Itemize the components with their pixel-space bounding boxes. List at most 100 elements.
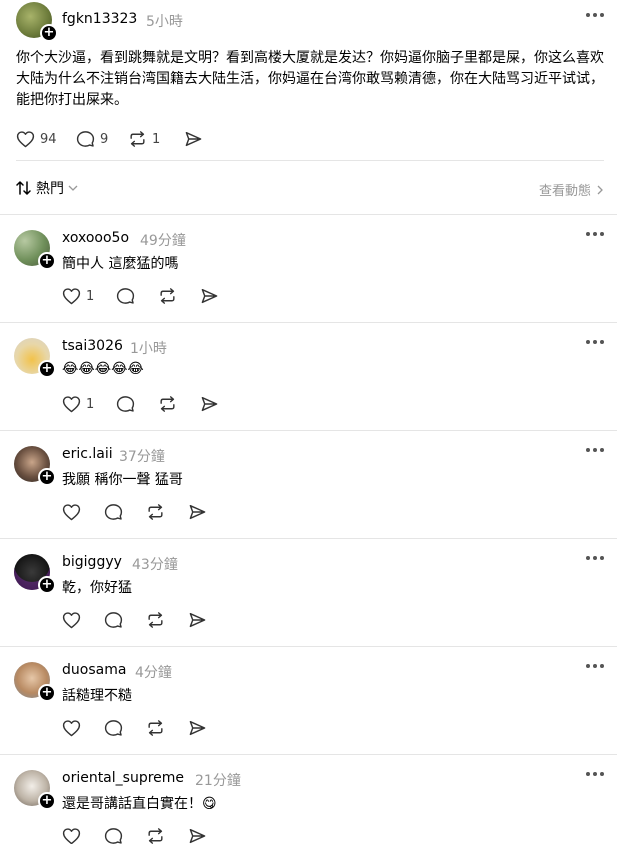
repost-icon [148,720,163,736]
comment-button[interactable] [104,611,123,629]
post-time[interactable]: 5小時 [146,11,183,31]
follow-plus-icon[interactable]: + [40,24,58,42]
reply-time[interactable]: 43分鐘 [132,554,178,574]
reply-username[interactable]: oriental_supreme [62,770,184,786]
reply-avatar[interactable]: + [14,446,56,486]
reply-username[interactable]: tsai3026 [62,338,123,354]
follow-plus-icon[interactable]: + [38,684,56,702]
reply-time[interactable]: 4分鐘 [135,662,172,682]
repost-icon [130,131,145,147]
comment-button[interactable] [104,827,123,844]
comment-button[interactable]: 9 [76,130,108,148]
more-options-icon[interactable] [585,555,605,575]
reply-avatar[interactable]: + [14,230,56,270]
reply-username[interactable]: duosama [62,662,126,678]
repost-button[interactable] [146,503,165,521]
divider [0,646,617,647]
view-activity-label: 查看動態 [538,184,591,199]
like-button[interactable] [62,611,81,629]
like-count: 94 [40,131,57,147]
share-button[interactable] [184,130,203,148]
follow-plus-icon[interactable]: + [38,252,56,270]
share-button[interactable] [188,827,207,844]
reply-username[interactable]: eric.laii [62,446,113,462]
reply-username[interactable]: xoxooo5o [62,230,129,246]
comment-button[interactable] [104,503,123,521]
repost-count: 1 [152,131,161,147]
share-button[interactable] [188,611,207,629]
repost-button[interactable] [146,827,165,844]
divider [0,538,617,539]
reply-text: 乾，你好猛 [62,580,132,596]
repost-button[interactable] [146,719,165,737]
share-button[interactable] [188,719,207,737]
repost-icon [148,828,163,844]
repost-button[interactable] [146,611,165,629]
post-avatar[interactable]: + [16,2,58,42]
heart-icon [62,504,81,521]
reply-avatar[interactable]: + [14,662,56,702]
share-button[interactable] [188,503,207,521]
reply-time[interactable]: 21分鐘 [195,770,241,790]
follow-plus-icon[interactable]: + [38,792,56,810]
reply-time[interactable]: 1小時 [130,338,167,358]
repost-icon [160,396,175,412]
repost-button[interactable] [158,287,177,305]
reply-avatar[interactable]: + [14,338,56,378]
comment-bubble-icon [116,396,135,412]
repost-button[interactable]: 1 [128,130,160,148]
more-options-icon[interactable] [585,663,605,683]
like-button[interactable]: 94 [16,130,57,148]
like-count: 1 [86,396,95,412]
sort-label: 熱門 [36,181,64,197]
divider [16,160,604,161]
reply-username[interactable]: bigiggyy [62,554,122,570]
comment-button[interactable] [104,719,123,737]
repost-icon [148,612,163,628]
follow-plus-icon[interactable]: + [38,576,56,594]
repost-icon [160,288,175,304]
post-username[interactable]: fgkn13323 [62,11,137,27]
more-options-icon[interactable] [585,231,605,251]
send-icon [189,504,206,520]
comment-count: 9 [100,131,109,147]
send-icon [201,396,218,412]
comment-bubble-icon [104,828,123,844]
comment-button[interactable] [116,287,135,305]
share-button[interactable] [200,287,219,305]
more-options-icon[interactable] [585,447,605,467]
view-activity-link[interactable]: 查看動態 [539,180,603,199]
follow-plus-icon[interactable]: + [38,468,56,486]
like-button[interactable] [62,719,81,737]
chevron-right-icon [597,185,603,194]
repost-button[interactable] [158,395,177,413]
reply-avatar[interactable]: + [14,770,56,810]
send-icon [201,288,218,304]
sort-dropdown[interactable]: 熱門 [16,178,78,198]
more-options-icon[interactable] [585,12,605,32]
reply-text: 簡中人 這麼猛的嗎 [62,256,179,272]
send-icon [185,131,202,147]
like-button[interactable]: 1 [62,395,94,413]
repost-icon [148,504,163,520]
comment-bubble-icon [76,131,95,147]
more-options-icon[interactable] [585,771,605,791]
sort-arrows-icon [16,181,31,195]
comment-bubble-icon [104,504,123,520]
heart-icon [62,612,81,629]
comment-button[interactable] [116,395,135,413]
reply-avatar[interactable]: + [14,554,56,594]
divider [0,322,617,323]
like-button[interactable] [62,503,81,521]
more-options-icon[interactable] [585,339,605,359]
like-button[interactable]: 1 [62,287,94,305]
reply-time[interactable]: 37分鐘 [119,446,165,466]
comment-bubble-icon [104,720,123,736]
heart-icon [16,131,35,148]
divider [0,430,617,431]
follow-plus-icon[interactable]: + [38,360,56,378]
like-button[interactable] [62,827,81,844]
reply-time[interactable]: 49分鐘 [140,230,186,250]
share-button[interactable] [200,395,219,413]
reply-text: 我願 稱你一聲 猛哥 [62,472,183,488]
